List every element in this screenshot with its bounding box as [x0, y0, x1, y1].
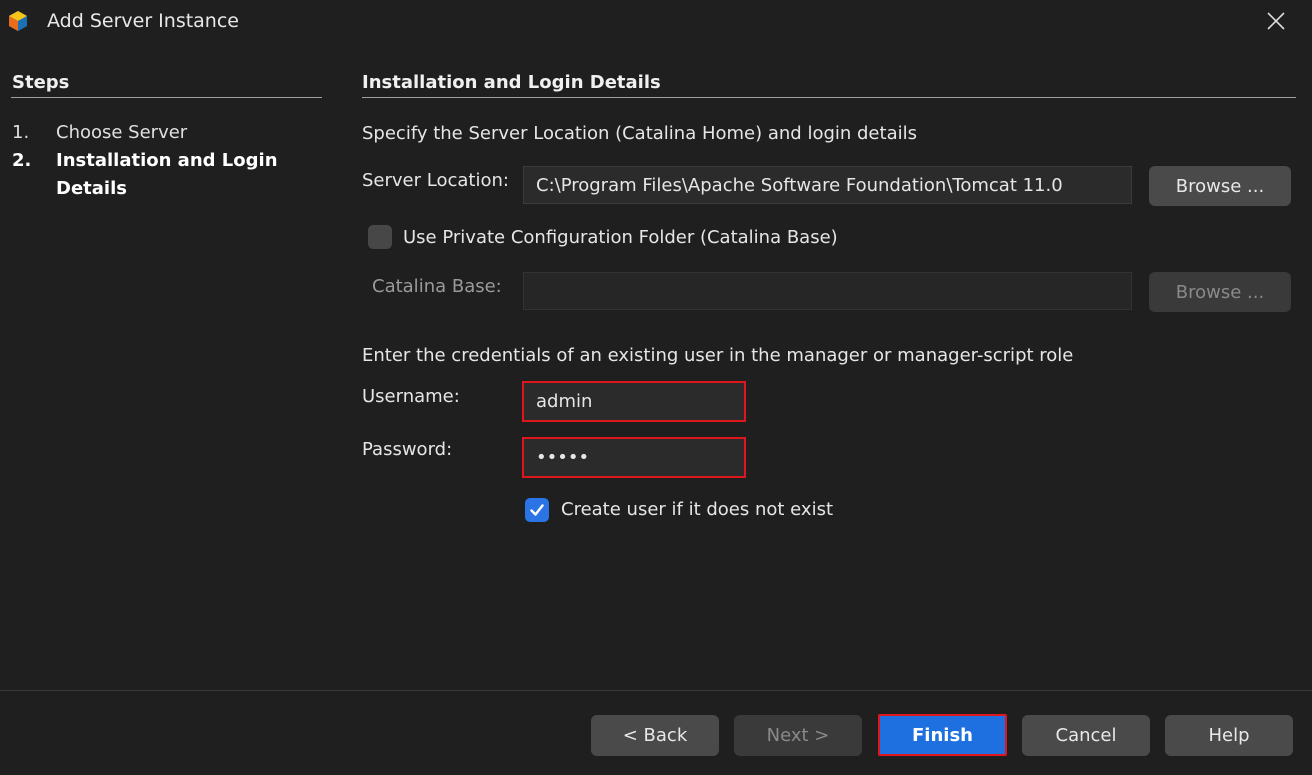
- private-config-checkbox[interactable]: [368, 225, 392, 249]
- username-field[interactable]: admin: [522, 381, 746, 422]
- back-button[interactable]: < Back: [591, 715, 719, 756]
- browse-server-location-button[interactable]: Browse ...: [1149, 166, 1291, 206]
- step-number: 2.: [12, 150, 32, 171]
- server-location-field[interactable]: C:\Program Files\Apache Software Foundat…: [523, 166, 1132, 204]
- steps-heading: Steps: [12, 72, 70, 93]
- password-field[interactable]: •••••: [522, 437, 746, 478]
- steps-divider: [11, 97, 322, 98]
- server-location-label: Server Location:: [362, 170, 509, 191]
- next-button[interactable]: Next >: [734, 715, 862, 756]
- catalina-base-field[interactable]: [523, 272, 1132, 310]
- title-bar: Add Server Instance: [0, 0, 1312, 44]
- create-user-label: Create user if it does not exist: [561, 499, 834, 520]
- step-item-2: 2. Installation and Login Details: [12, 147, 296, 203]
- window-title: Add Server Instance: [47, 10, 239, 32]
- step-label: Choose Server: [56, 122, 188, 143]
- netbeans-app-icon: [7, 10, 29, 32]
- step-label: Installation and Login Details: [56, 150, 278, 199]
- footer-divider: [0, 690, 1312, 691]
- password-label: Password:: [362, 439, 453, 460]
- step-item-1: 1. Choose Server: [12, 119, 296, 147]
- create-user-checkbox[interactable]: [525, 498, 549, 522]
- step-number: 1.: [12, 122, 30, 143]
- add-server-instance-dialog: Add Server Instance Steps 1. Choose Serv…: [0, 0, 1312, 775]
- intro-text: Specify the Server Location (Catalina Ho…: [362, 123, 917, 144]
- close-button[interactable]: [1258, 4, 1294, 38]
- server-location-value: C:\Program Files\Apache Software Foundat…: [536, 174, 1063, 196]
- username-value: admin: [536, 391, 593, 412]
- browse-catalina-base-button[interactable]: Browse ...: [1149, 272, 1291, 312]
- section-divider: [362, 97, 1296, 98]
- username-label: Username:: [362, 386, 460, 407]
- private-config-label: Use Private Configuration Folder (Catali…: [403, 227, 838, 248]
- password-value: •••••: [536, 447, 590, 468]
- cancel-button[interactable]: Cancel: [1022, 715, 1150, 756]
- credentials-intro-text: Enter the credentials of an existing use…: [362, 345, 1074, 366]
- catalina-base-label: Catalina Base:: [372, 276, 502, 297]
- section-heading: Installation and Login Details: [362, 72, 661, 93]
- checkmark-icon: [530, 504, 544, 516]
- help-button[interactable]: Help: [1165, 715, 1293, 756]
- finish-button[interactable]: Finish: [878, 714, 1007, 756]
- close-icon: [1267, 12, 1285, 30]
